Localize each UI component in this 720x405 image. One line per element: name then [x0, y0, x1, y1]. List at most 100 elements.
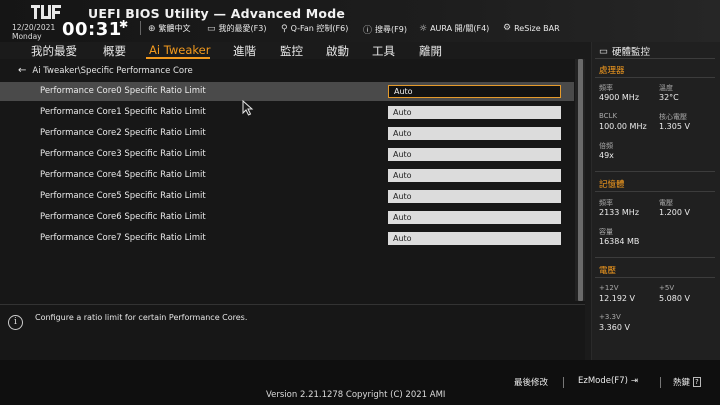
language-button[interactable]: ⊕ 繁體中文: [148, 23, 191, 34]
vcore-value: 1.305 V: [659, 122, 690, 131]
cpu-temp-value: 32°C: [659, 93, 679, 102]
bclk-value: 100.00 MHz: [599, 122, 647, 131]
footer-separator: [660, 377, 661, 388]
aura-icon: ☼: [419, 23, 428, 34]
hotkeys-key-icon: ?: [693, 377, 701, 387]
bclk-label: BCLK: [599, 112, 618, 120]
fan-icon: ⚲: [281, 23, 288, 34]
setting-row-core6[interactable]: Performance Core6 Specific Ratio Limit A…: [0, 208, 574, 227]
exit-arrow-icon: ⇥: [630, 376, 639, 386]
tool-label: 搜尋(F9): [375, 25, 407, 34]
mouse-cursor-icon: [242, 100, 254, 116]
setting-label: Performance Core3 Specific Ratio Limit: [40, 149, 206, 159]
setting-value-field[interactable]: Auto: [388, 232, 561, 245]
tab-main[interactable]: 概要: [103, 43, 126, 59]
setting-label: Performance Core6 Specific Ratio Limit: [40, 212, 206, 222]
ratio-value: 49x: [599, 151, 614, 160]
hotkeys-label: 熱鍵: [673, 378, 691, 388]
mem-volt-label: 電壓: [659, 199, 673, 207]
tool-label: Q-Fan 控制(F6): [290, 24, 349, 33]
monitor-title-text: 硬體監控: [611, 47, 650, 58]
setting-label: Performance Core2 Specific Ratio Limit: [40, 128, 206, 138]
tool-label: ReSize BAR: [514, 23, 560, 33]
memory-top-divider: [595, 171, 715, 172]
breadcrumb: ← Ai Tweaker\Specific Performance Core: [18, 65, 193, 76]
voltage-section-title: 電壓: [599, 266, 617, 276]
help-text: Configure a ratio limit for certain Perf…: [35, 313, 248, 322]
clock: 00:31: [62, 19, 122, 40]
footer-separator: [563, 377, 564, 388]
v5-value: 5.080 V: [659, 294, 690, 303]
search-help-icon: ⓘ: [363, 26, 373, 36]
hotkeys-button[interactable]: 熱鍵 ?: [673, 376, 701, 388]
mem-freq-label: 頻率: [599, 199, 613, 207]
cpu-freq-label: 頻率: [599, 84, 613, 92]
vcore-label: 核心電壓: [659, 113, 687, 121]
setting-row-core3[interactable]: Performance Core3 Specific Ratio Limit A…: [0, 145, 574, 164]
setting-row-core7[interactable]: Performance Core7 Specific Ratio Limit A…: [0, 229, 574, 248]
setting-label: Performance Core4 Specific Ratio Limit: [40, 170, 206, 180]
ezmode-label: EzMode(F7): [578, 376, 628, 386]
tab-advanced[interactable]: 進階: [233, 43, 256, 59]
v12-label: +12V: [599, 284, 619, 292]
last-modified-label: 最後修改: [514, 378, 549, 388]
setting-value-field[interactable]: Auto: [388, 127, 561, 140]
gear-icon[interactable]: ✱: [119, 18, 128, 31]
hardware-monitor-title: ▭ 硬體監控: [599, 44, 650, 59]
cpu-freq-value: 4900 MHz: [599, 93, 640, 102]
help-divider: [0, 304, 585, 305]
memory-section-title: 記憶體: [599, 180, 625, 190]
tab-exit[interactable]: 離開: [419, 43, 442, 59]
setting-value-field[interactable]: Auto: [388, 85, 561, 98]
memory-divider: [595, 191, 715, 192]
tab-tool[interactable]: 工具: [372, 43, 395, 59]
setting-row-core2[interactable]: Performance Core2 Specific Ratio Limit A…: [0, 124, 574, 143]
monitor-icon: ▭: [599, 45, 608, 57]
resize-bar-button[interactable]: ⚙ ReSize BAR: [503, 23, 560, 33]
cpu-temp-label: 溫度: [659, 84, 673, 92]
mem-volt-value: 1.200 V: [659, 208, 690, 217]
tool-label: 繁體中文: [158, 24, 191, 33]
favorites-button[interactable]: ▭ 我的最愛(F3): [207, 23, 266, 34]
back-arrow-icon[interactable]: ←: [18, 65, 26, 76]
setting-value-field[interactable]: Auto: [388, 190, 561, 203]
mem-cap-label: 容量: [599, 228, 613, 236]
setting-row-core0[interactable]: Performance Core0 Specific Ratio Limit A…: [0, 82, 574, 101]
tab-boot[interactable]: 啟動: [326, 43, 349, 59]
tool-label: 我的最愛(F3): [218, 24, 267, 33]
setting-row-core1[interactable]: Performance Core1 Specific Ratio Limit A…: [0, 103, 574, 122]
setting-row-core4[interactable]: Performance Core4 Specific Ratio Limit A…: [0, 166, 574, 185]
last-modified-button[interactable]: 最後修改: [514, 376, 548, 388]
voltage-top-divider: [595, 257, 715, 258]
mem-cap-value: 16384 MB: [599, 237, 640, 246]
toolbar-separator: [140, 21, 141, 35]
tool-label: AURA 開/關(F4): [430, 24, 490, 33]
tab-monitor[interactable]: 監控: [280, 43, 303, 59]
globe-icon: ⊕: [148, 23, 156, 34]
scrollbar-thumb[interactable]: [578, 59, 583, 301]
setting-row-core5[interactable]: Performance Core5 Specific Ratio Limit A…: [0, 187, 574, 206]
v5-label: +5V: [659, 284, 675, 292]
setting-label: Performance Core1 Specific Ratio Limit: [40, 107, 206, 117]
cpu-divider: [595, 77, 715, 78]
tab-ai-tweaker[interactable]: Ai Tweaker: [149, 43, 210, 57]
setting-value-field[interactable]: Auto: [388, 211, 561, 224]
monitor-divider: [595, 58, 715, 59]
ezmode-button[interactable]: EzMode(F7) ⇥: [578, 376, 638, 386]
favorites-icon: ▭: [207, 23, 216, 34]
tuf-logo-icon: [31, 5, 61, 19]
aura-button[interactable]: ☼ AURA 開/關(F4): [419, 23, 489, 34]
setting-value-field[interactable]: Auto: [388, 106, 561, 119]
tab-favorites[interactable]: 我的最愛: [31, 43, 77, 59]
ratio-label: 倍頻: [599, 142, 613, 150]
setting-label: Performance Core7 Specific Ratio Limit: [40, 233, 206, 243]
setting-label: Performance Core0 Specific Ratio Limit: [40, 86, 206, 96]
day-text: Monday: [12, 31, 42, 41]
setting-label: Performance Core5 Specific Ratio Limit: [40, 191, 206, 201]
setting-value-field[interactable]: Auto: [388, 169, 561, 182]
setting-value-field[interactable]: Auto: [388, 148, 561, 161]
breadcrumb-path: Ai Tweaker\Specific Performance Core: [32, 65, 193, 76]
search-button[interactable]: ⓘ 搜尋(F9): [363, 23, 407, 36]
qfan-button[interactable]: ⚲ Q-Fan 控制(F6): [281, 23, 348, 34]
resize-bar-icon: ⚙: [503, 23, 512, 33]
